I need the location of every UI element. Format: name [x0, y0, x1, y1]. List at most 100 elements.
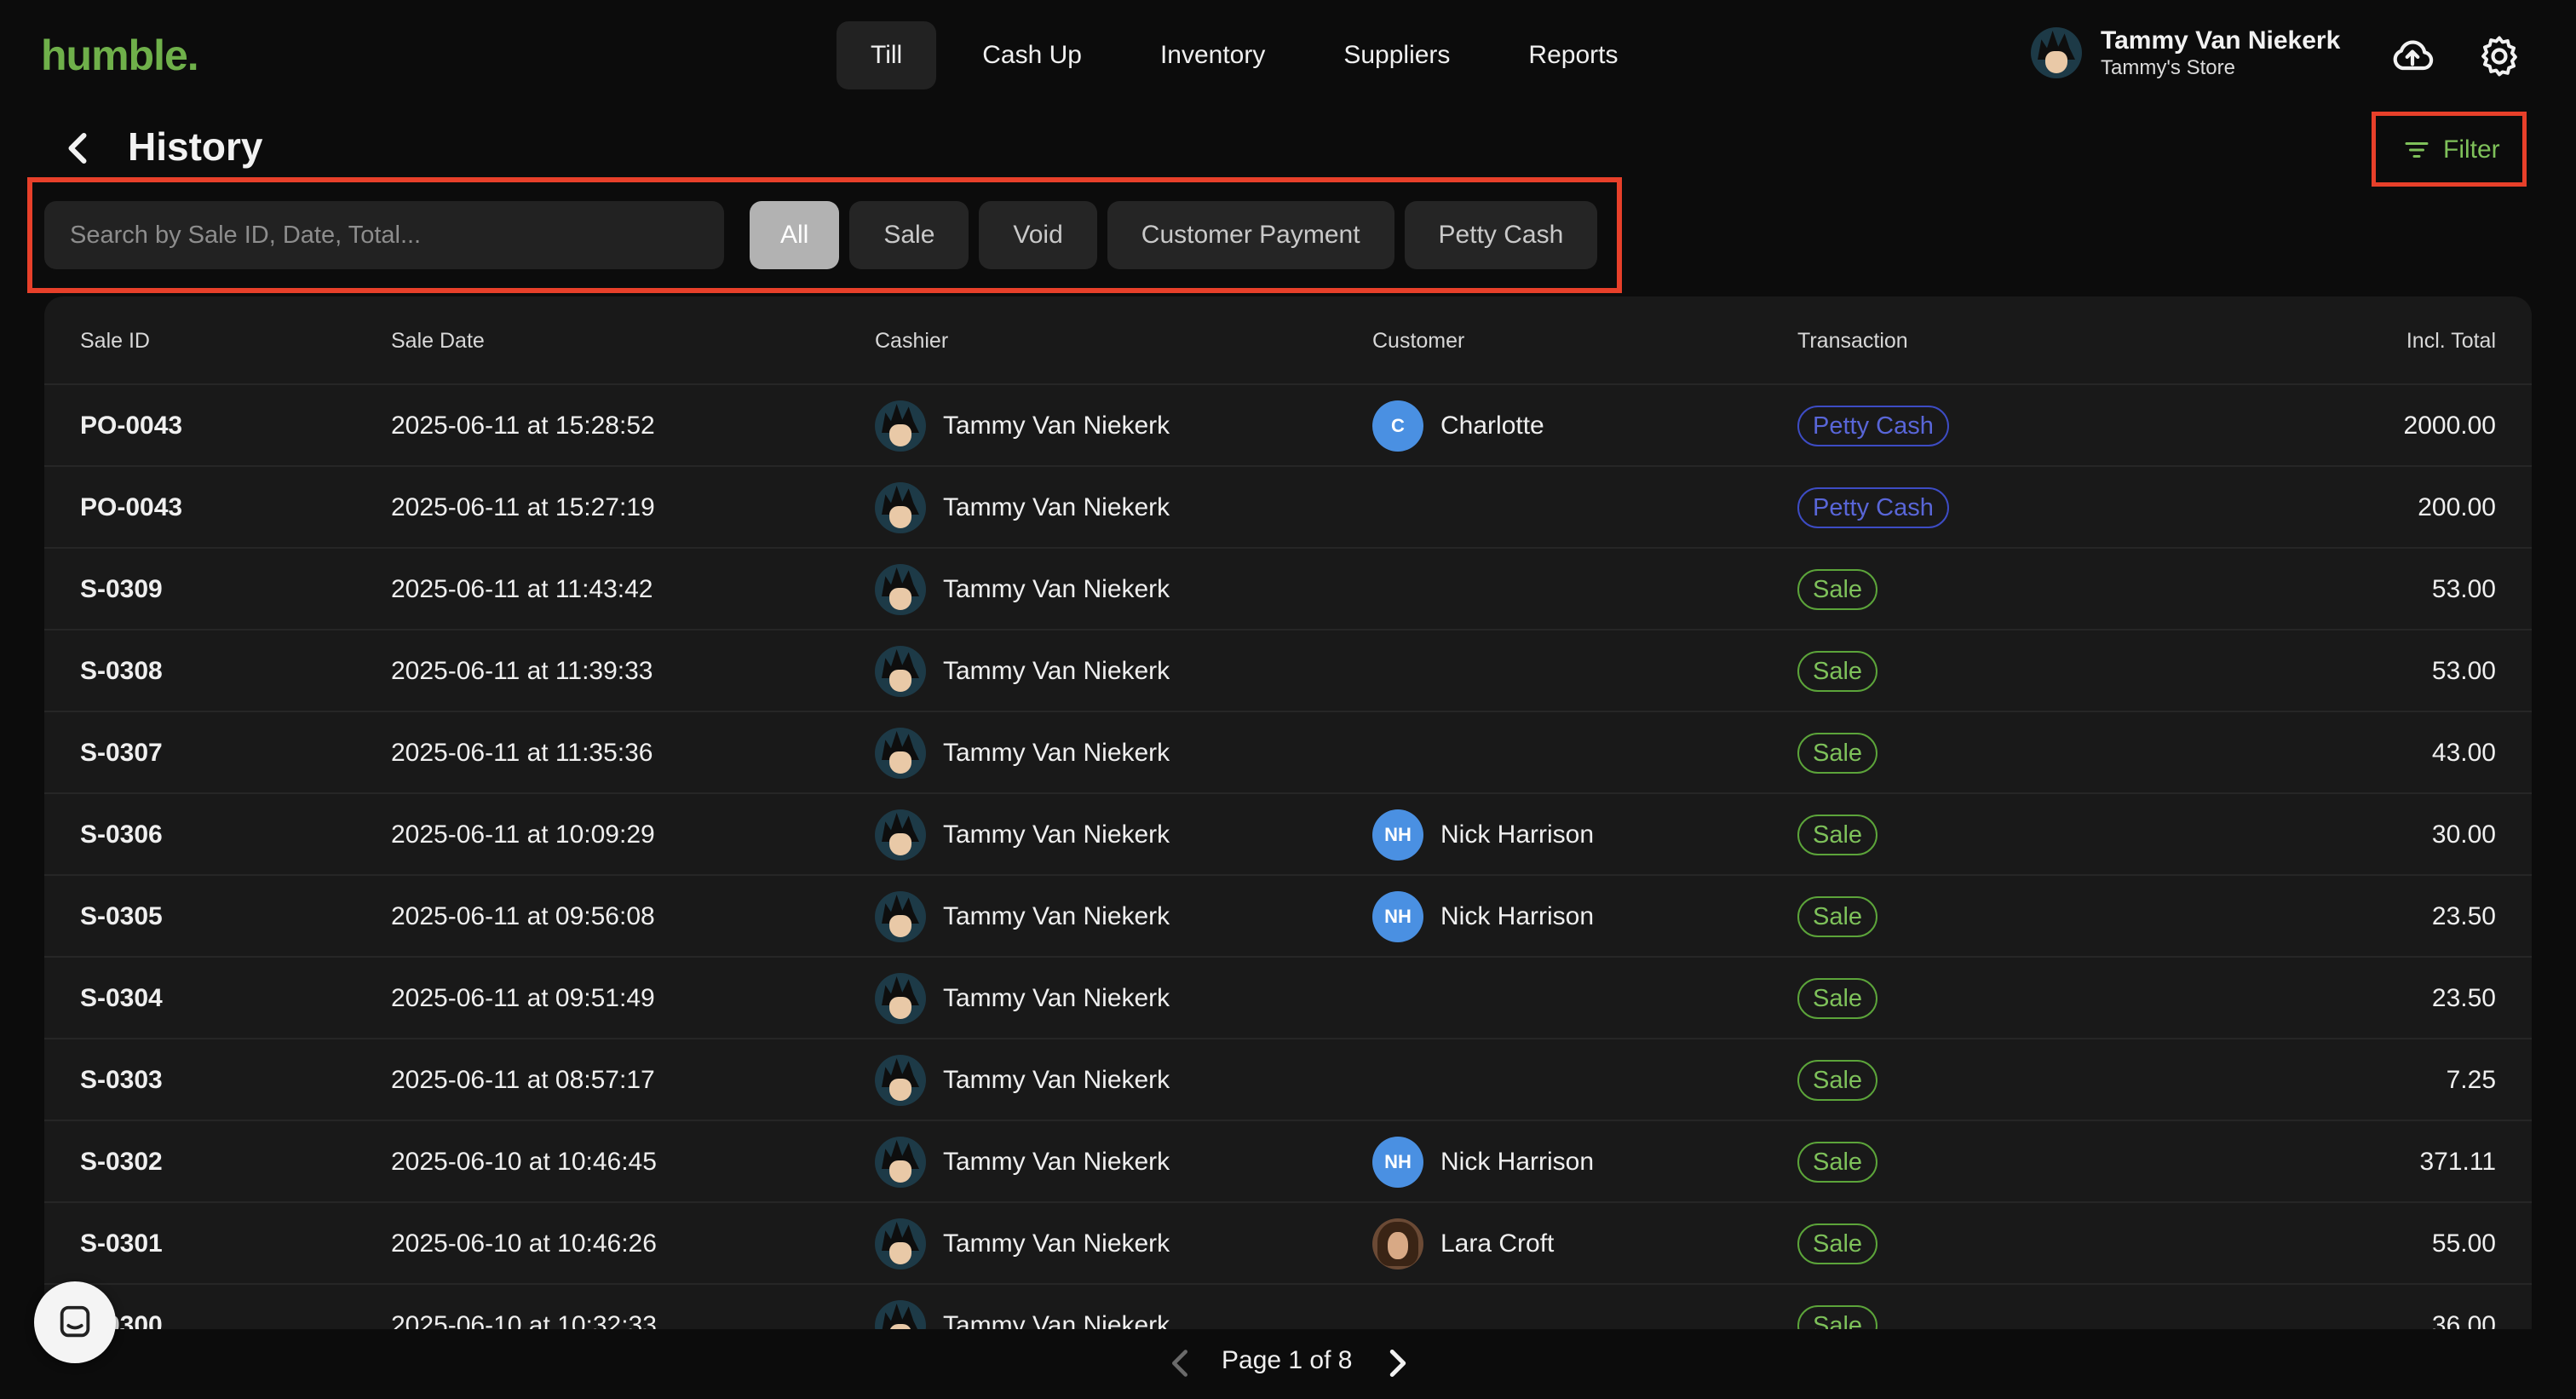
- highlight-box-search: [27, 177, 1622, 293]
- cloud-upload-icon[interactable]: [2389, 32, 2436, 80]
- table-row[interactable]: S-0304 2025-06-11 at 09:51:49 Tammy Van Ni…: [44, 956, 2532, 1039]
- customer: Lara Croft: [1372, 1203, 1554, 1285]
- gear-icon[interactable]: [2475, 32, 2523, 80]
- main-nav: Till Cash Up Inventory Suppliers Reports: [837, 21, 1657, 89]
- cashier-avatar: [875, 1055, 926, 1106]
- incl-total: 53.00: [2431, 657, 2496, 685]
- nav-item-cash-up[interactable]: Cash Up: [943, 21, 1121, 89]
- sale-date: 2025-06-10 at 10:46:45: [391, 1148, 657, 1176]
- chat-support-button[interactable]: [34, 1281, 116, 1363]
- app-logo: humble.: [41, 32, 199, 79]
- cashier-name: Tammy Van Niekerk: [943, 412, 1170, 440]
- table-row[interactable]: S-0302 2025-06-10 at 10:46:45 Tammy Van Ni…: [44, 1120, 2532, 1203]
- cashier: Tammy Van Niekerk: [875, 467, 1170, 549]
- customer: C Charlotte: [1372, 385, 1544, 467]
- cashier-name: Tammy Van Niekerk: [943, 902, 1170, 930]
- transaction-badge: Sale: [1797, 733, 1878, 774]
- customer-avatar: NH: [1372, 809, 1423, 861]
- sale-id: S-0307: [80, 739, 163, 767]
- sale-id: PO-0043: [80, 412, 183, 440]
- table-row[interactable]: S-0307 2025-06-11 at 11:35:36 Tammy Van Ni…: [44, 711, 2532, 794]
- cashier-avatar: [875, 809, 926, 861]
- table-row[interactable]: S-0309 2025-06-11 at 11:43:42 Tammy Van Ni…: [44, 547, 2532, 630]
- pagination: Page 1 of 8: [0, 1329, 2576, 1399]
- sale-date: 2025-06-11 at 15:27:19: [391, 493, 655, 521]
- cashier-name: Tammy Van Niekerk: [943, 1148, 1170, 1176]
- transaction-badge: Sale: [1797, 569, 1878, 610]
- table-row[interactable]: S-0306 2025-06-11 at 10:09:29 Tammy Van Ni…: [44, 792, 2532, 876]
- previous-page-button[interactable]: [1167, 1348, 1193, 1379]
- transaction: Sale: [1797, 1285, 1878, 1329]
- cashier-name: Tammy Van Niekerk: [943, 1066, 1170, 1094]
- customer-avatar: C: [1372, 400, 1423, 452]
- table-row[interactable]: S-0308 2025-06-11 at 11:39:33 Tammy Van Ni…: [44, 629, 2532, 712]
- user-info: Tammy Van Niekerk Tammy's Store: [2101, 26, 2340, 80]
- incl-total: 30.00: [2431, 820, 2496, 849]
- customer: NH Nick Harrison: [1372, 876, 1594, 958]
- cashier: Tammy Van Niekerk: [875, 794, 1170, 876]
- column-header-cashier[interactable]: Cashier: [875, 329, 948, 354]
- cashier: Tammy Van Niekerk: [875, 1203, 1170, 1285]
- incl-total: 7.25: [2446, 1066, 2496, 1094]
- sale-date: 2025-06-11 at 15:28:52: [391, 412, 655, 440]
- sale-id: S-0309: [80, 575, 163, 603]
- cashier-avatar: [875, 400, 926, 452]
- column-header-customer[interactable]: Customer: [1372, 329, 1464, 354]
- nav-item-inventory[interactable]: Inventory: [1121, 21, 1304, 89]
- cashier: Tammy Van Niekerk: [875, 385, 1170, 467]
- cashier-avatar: [875, 973, 926, 1024]
- table-row[interactable]: S-0300 2025-06-10 at 10:32:33 Tammy Van Ni…: [44, 1283, 2532, 1329]
- cashier: Tammy Van Niekerk: [875, 1121, 1170, 1203]
- sale-id: S-0301: [80, 1229, 163, 1258]
- table-row[interactable]: PO-0043 2025-06-11 at 15:28:52 Tammy Van N…: [44, 383, 2532, 467]
- sale-date: 2025-06-10 at 10:32:33: [391, 1311, 657, 1329]
- transaction: Petty Cash: [1797, 467, 1949, 549]
- cashier-name: Tammy Van Niekerk: [943, 1311, 1170, 1329]
- cashier: Tammy Van Niekerk: [875, 876, 1170, 958]
- table-row[interactable]: S-0305 2025-06-11 at 09:56:08 Tammy Van Ni…: [44, 874, 2532, 958]
- cashier-avatar: [875, 1137, 926, 1188]
- table-header: Sale ID Sale Date Cashier Customer Trans…: [44, 296, 2532, 383]
- cashier: Tammy Van Niekerk: [875, 549, 1170, 630]
- transaction-badge: Sale: [1797, 651, 1878, 692]
- sale-id: S-0308: [80, 657, 163, 685]
- cashier-name: Tammy Van Niekerk: [943, 575, 1170, 603]
- cashier-name: Tammy Van Niekerk: [943, 657, 1170, 685]
- incl-total: 55.00: [2431, 1229, 2496, 1258]
- customer-name: Lara Croft: [1440, 1229, 1555, 1258]
- cashier-avatar: [875, 1300, 926, 1329]
- customer-name: Charlotte: [1440, 412, 1544, 440]
- cashier-name: Tammy Van Niekerk: [943, 493, 1170, 521]
- column-header-incl-total[interactable]: Incl. Total: [2406, 329, 2496, 354]
- next-page-button[interactable]: [1385, 1348, 1411, 1379]
- cashier: Tammy Van Niekerk: [875, 1039, 1170, 1121]
- nav-item-till[interactable]: Till: [837, 21, 937, 89]
- transaction-badge: Sale: [1797, 1142, 1878, 1183]
- nav-item-suppliers[interactable]: Suppliers: [1304, 21, 1489, 89]
- transaction-badge: Petty Cash: [1797, 487, 1949, 528]
- highlight-box-filter: [2372, 112, 2527, 187]
- sale-date: 2025-06-11 at 11:43:42: [391, 575, 653, 603]
- back-button[interactable]: [63, 131, 92, 165]
- transaction: Sale: [1797, 958, 1878, 1039]
- chat-bubble-icon: [60, 1305, 90, 1338]
- transaction: Sale: [1797, 1121, 1878, 1203]
- chevron-left-icon: [68, 133, 87, 164]
- column-header-sale-date[interactable]: Sale Date: [391, 329, 485, 354]
- table-row[interactable]: PO-0043 2025-06-11 at 15:27:19 Tammy Van N…: [44, 465, 2532, 549]
- customer-name: Nick Harrison: [1440, 820, 1595, 849]
- column-header-transaction[interactable]: Transaction: [1797, 329, 1908, 354]
- incl-total: 200.00: [2418, 493, 2496, 521]
- table-row[interactable]: S-0303 2025-06-11 at 08:57:17 Tammy Van Ni…: [44, 1038, 2532, 1121]
- cashier-avatar: [875, 728, 926, 779]
- transaction: Sale: [1797, 794, 1878, 876]
- avatar: [2031, 27, 2082, 78]
- nav-item-reports[interactable]: Reports: [1489, 21, 1657, 89]
- incl-total: 53.00: [2431, 575, 2496, 603]
- user-profile[interactable]: Tammy Van Niekerk Tammy's Store: [2031, 26, 2340, 80]
- transaction-badge: Sale: [1797, 815, 1878, 855]
- column-header-sale-id[interactable]: Sale ID: [80, 329, 150, 354]
- history-table: Sale ID Sale Date Cashier Customer Trans…: [44, 296, 2532, 1329]
- table-row[interactable]: S-0301 2025-06-10 at 10:46:26 Tammy Van Ni…: [44, 1201, 2532, 1285]
- transaction: Sale: [1797, 876, 1878, 958]
